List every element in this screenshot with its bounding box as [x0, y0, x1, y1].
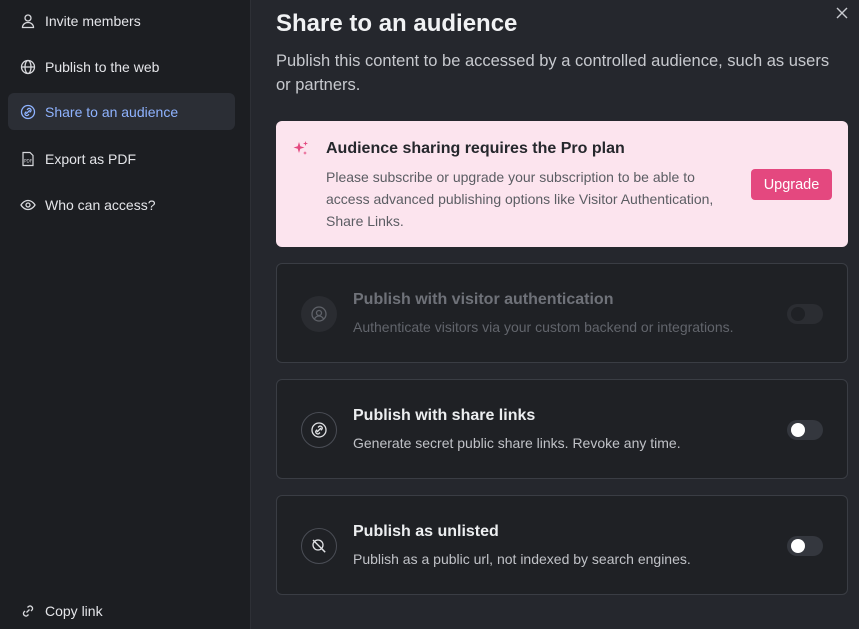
copy-link-label: Copy link: [45, 603, 103, 619]
sidebar-item-label: Publish to the web: [45, 58, 160, 75]
option-share-links: Publish with share links Generate secret…: [276, 379, 848, 479]
toggle-knob: [791, 423, 805, 437]
sidebar-item-share-audience[interactable]: Share to an audience: [8, 93, 235, 130]
sidebar-item-publish-web[interactable]: Publish to the web: [8, 48, 235, 85]
page-title: Share to an audience: [276, 10, 518, 37]
option-unlisted: Publish as unlisted Publish as a public …: [276, 495, 848, 595]
globe-icon: [20, 59, 36, 75]
link-circle-icon: [301, 412, 337, 448]
share-links-toggle[interactable]: [787, 420, 823, 440]
pro-notice-text: Please subscribe or upgrade your subscri…: [326, 169, 714, 229]
unlisted-toggle[interactable]: [787, 536, 823, 556]
toggle-knob: [791, 307, 805, 321]
sparkles-icon: [293, 141, 308, 155]
pro-plan-notice: Audience sharing requires the Pro plan P…: [276, 121, 848, 247]
sidebar-item-label: Invite members: [45, 12, 141, 29]
option-visitor-authentication: Publish with visitor authentication Auth…: [276, 263, 848, 363]
sidebar-item-export-pdf[interactable]: PDF Export as PDF: [8, 140, 235, 177]
sidebar-item-label: Export as PDF: [45, 150, 137, 167]
person-icon: [20, 13, 36, 29]
upgrade-button[interactable]: Upgrade: [751, 169, 832, 200]
option-description: Publish as a public url, not indexed by …: [353, 551, 691, 567]
visitor-auth-toggle[interactable]: [787, 304, 823, 324]
toggle-knob: [791, 539, 805, 553]
user-circle-icon: [301, 296, 337, 332]
option-title: Publish with visitor authentication: [353, 291, 614, 308]
sidebar-item-label: Who can access?: [45, 196, 156, 213]
main-panel: Share to an audience Publish this conten…: [252, 0, 859, 629]
option-title: Publish as unlisted: [353, 523, 499, 540]
sidebar-item-label: Share to an audience: [45, 103, 179, 120]
option-description: Authenticate visitors via your custom ba…: [353, 319, 734, 335]
close-button[interactable]: [833, 4, 851, 22]
search-off-icon: [301, 528, 337, 564]
page-description: Publish this content to be accessed by a…: [276, 52, 830, 94]
link-icon: [22, 605, 34, 617]
pdf-icon: PDF: [20, 151, 36, 167]
sidebar: Invite members Publish to the web Share …: [0, 0, 251, 629]
eye-icon: [20, 197, 36, 213]
option-title: Publish with share links: [353, 407, 536, 424]
pro-notice-title: Audience sharing requires the Pro plan: [326, 140, 625, 157]
svg-text:PDF: PDF: [24, 158, 33, 163]
sidebar-item-invite-members[interactable]: Invite members: [8, 2, 235, 39]
copy-link-button[interactable]: Copy link: [20, 603, 103, 619]
option-description: Generate secret public share links. Revo…: [353, 435, 681, 451]
sidebar-item-who-can-access[interactable]: Who can access?: [8, 186, 235, 223]
close-icon: [836, 7, 848, 19]
link-circle-icon: [20, 104, 36, 120]
